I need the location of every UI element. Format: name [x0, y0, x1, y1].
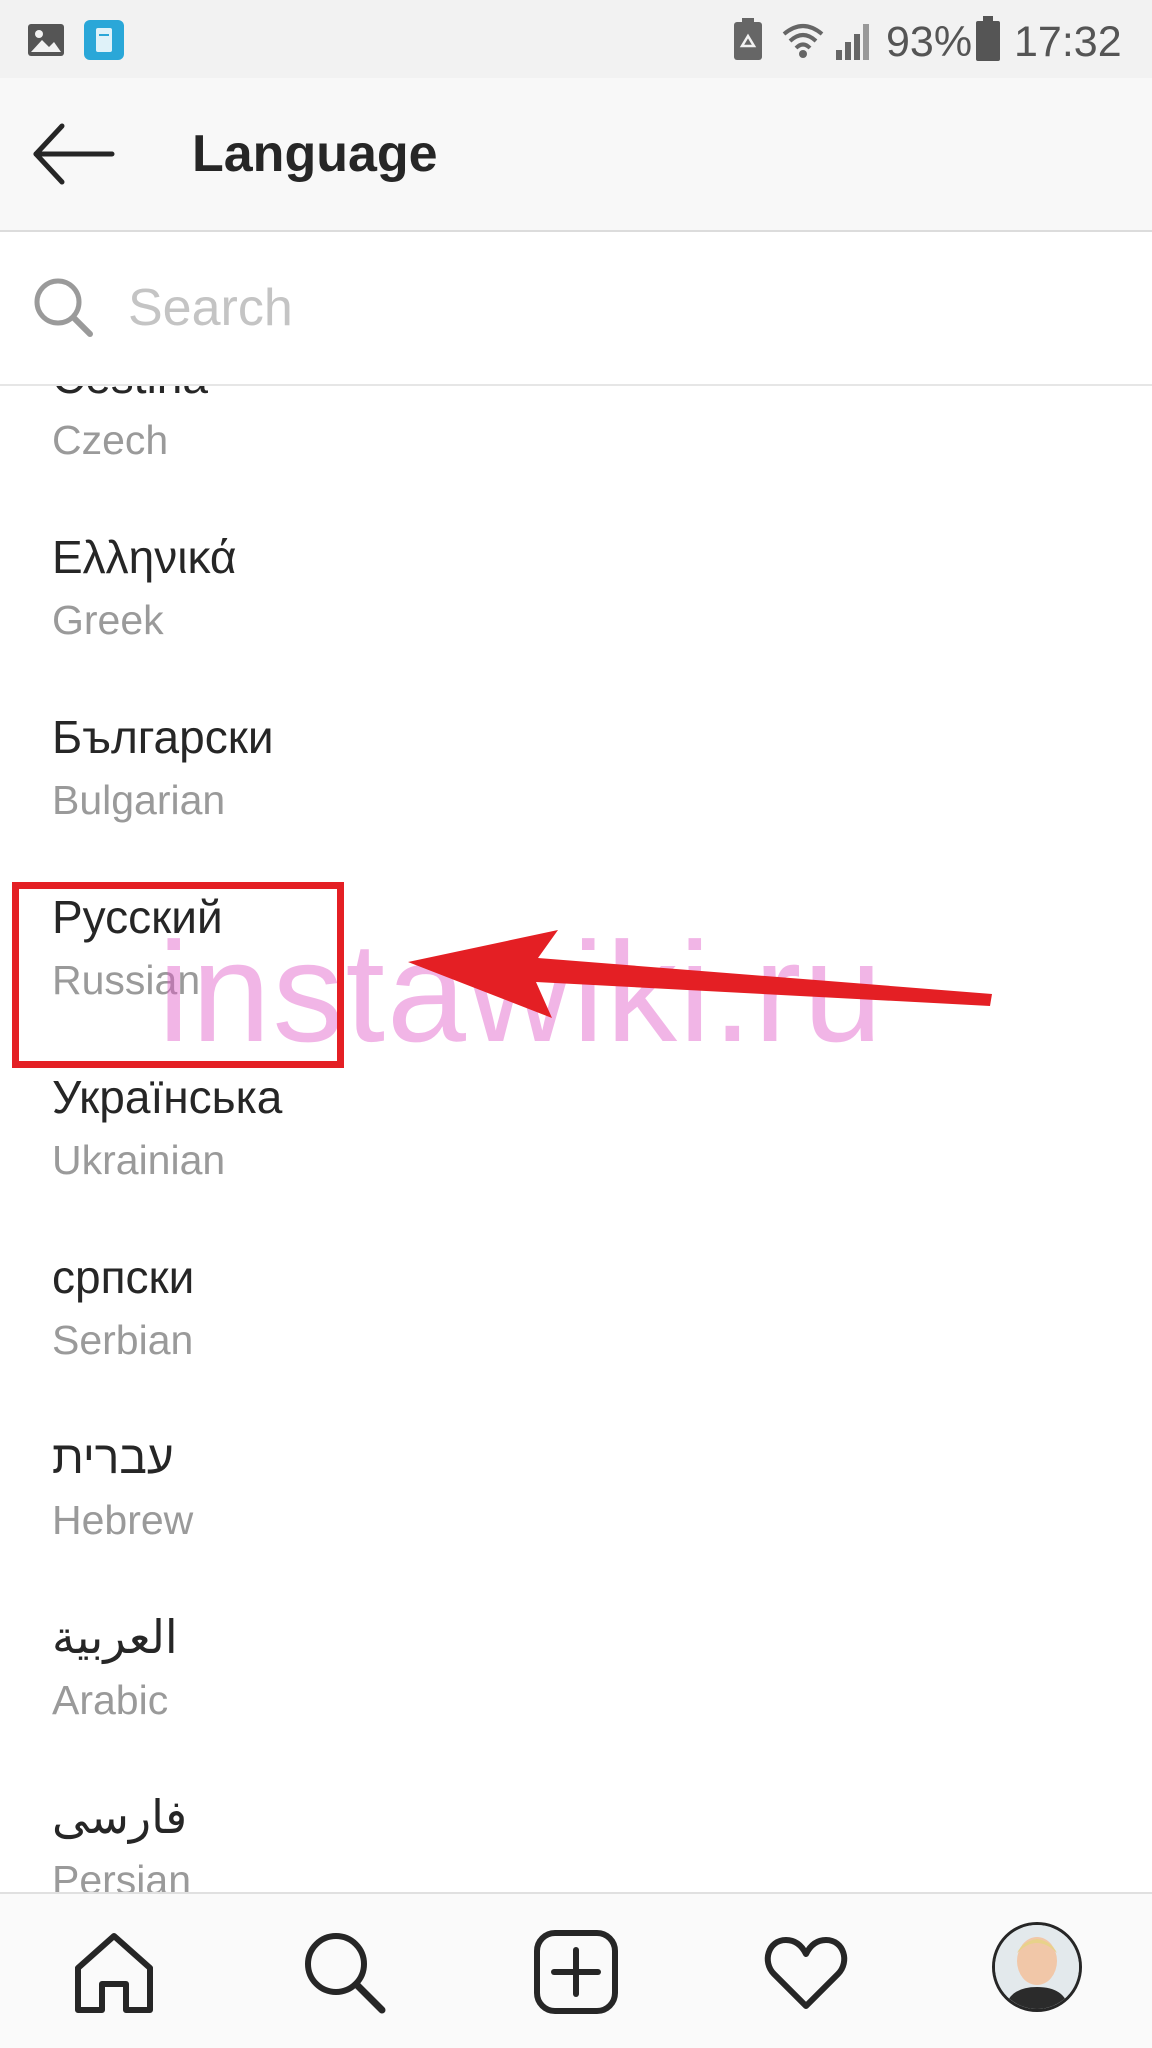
add-post-icon[interactable]	[532, 1928, 620, 2016]
status-time: 17:32	[1014, 18, 1122, 66]
language-native-name: српски	[52, 1251, 195, 1303]
language-english-name: Czech	[52, 417, 169, 463]
language-item-serbian[interactable]: српски Serbian	[0, 1242, 1152, 1422]
language-native-name: Български	[52, 711, 274, 763]
search-icon[interactable]	[300, 1928, 388, 2016]
status-bar: 93% 17:32	[0, 0, 1152, 78]
gallery-icon	[28, 24, 64, 56]
language-item-czech[interactable]: Cestina Czech	[0, 386, 1152, 522]
language-native-name: Українська	[52, 1071, 283, 1123]
battery-percentage: 93%	[886, 18, 973, 66]
wifi-icon	[782, 24, 824, 58]
language-english-name: Persian	[52, 1857, 192, 1892]
language-item-bulgarian[interactable]: Български Bulgarian	[0, 702, 1152, 882]
language-item-russian[interactable]: Русский Russian	[0, 882, 1152, 1062]
language-english-name: Ukrainian	[52, 1137, 226, 1183]
avatar	[992, 1922, 1082, 2012]
search-input[interactable]	[120, 268, 1116, 348]
home-icon[interactable]	[70, 1928, 158, 2016]
avatar-image	[995, 1925, 1079, 2009]
language-english-name: Serbian	[52, 1317, 194, 1363]
search-icon	[34, 278, 93, 337]
language-native-name: Cestina	[52, 386, 208, 406]
screen: 93% 17:32 Language Cestina Czech Ελ	[0, 0, 1152, 2048]
battery-icon	[976, 16, 1000, 61]
profile-tab[interactable]	[992, 1922, 1082, 2012]
language-native-name: فارسی	[52, 1791, 188, 1843]
language-english-name: Hebrew	[52, 1497, 194, 1543]
language-list: Cestina Czech Ελληνικά Greek Български B…	[0, 386, 1152, 1892]
language-item-greek[interactable]: Ελληνικά Greek	[0, 522, 1152, 702]
search-bar	[0, 232, 1152, 386]
language-item-hebrew[interactable]: עברית Hebrew	[0, 1422, 1152, 1602]
language-native-name: Русский	[52, 891, 223, 943]
language-english-name: Russian	[52, 957, 201, 1003]
header: Language	[0, 78, 1152, 232]
signal-icon	[836, 24, 869, 60]
language-english-name: Bulgarian	[52, 777, 226, 823]
bottom-nav	[0, 1892, 1152, 2048]
language-native-name: Ελληνικά	[52, 531, 237, 583]
page-title: Language	[192, 125, 438, 183]
language-english-name: Arabic	[52, 1677, 169, 1723]
heart-icon[interactable]	[762, 1928, 850, 2016]
back-arrow-icon[interactable]	[28, 116, 118, 192]
app-notification-icon	[84, 20, 124, 60]
language-item-arabic[interactable]: العربية Arabic	[0, 1602, 1152, 1782]
recycle-icon	[734, 18, 762, 60]
language-item-persian[interactable]: فارسی Persian	[0, 1782, 1152, 1892]
language-native-name: العربية	[52, 1611, 178, 1663]
language-native-name: עברית	[52, 1431, 174, 1483]
language-english-name: Greek	[52, 597, 164, 643]
language-item-ukrainian[interactable]: Українська Ukrainian	[0, 1062, 1152, 1242]
